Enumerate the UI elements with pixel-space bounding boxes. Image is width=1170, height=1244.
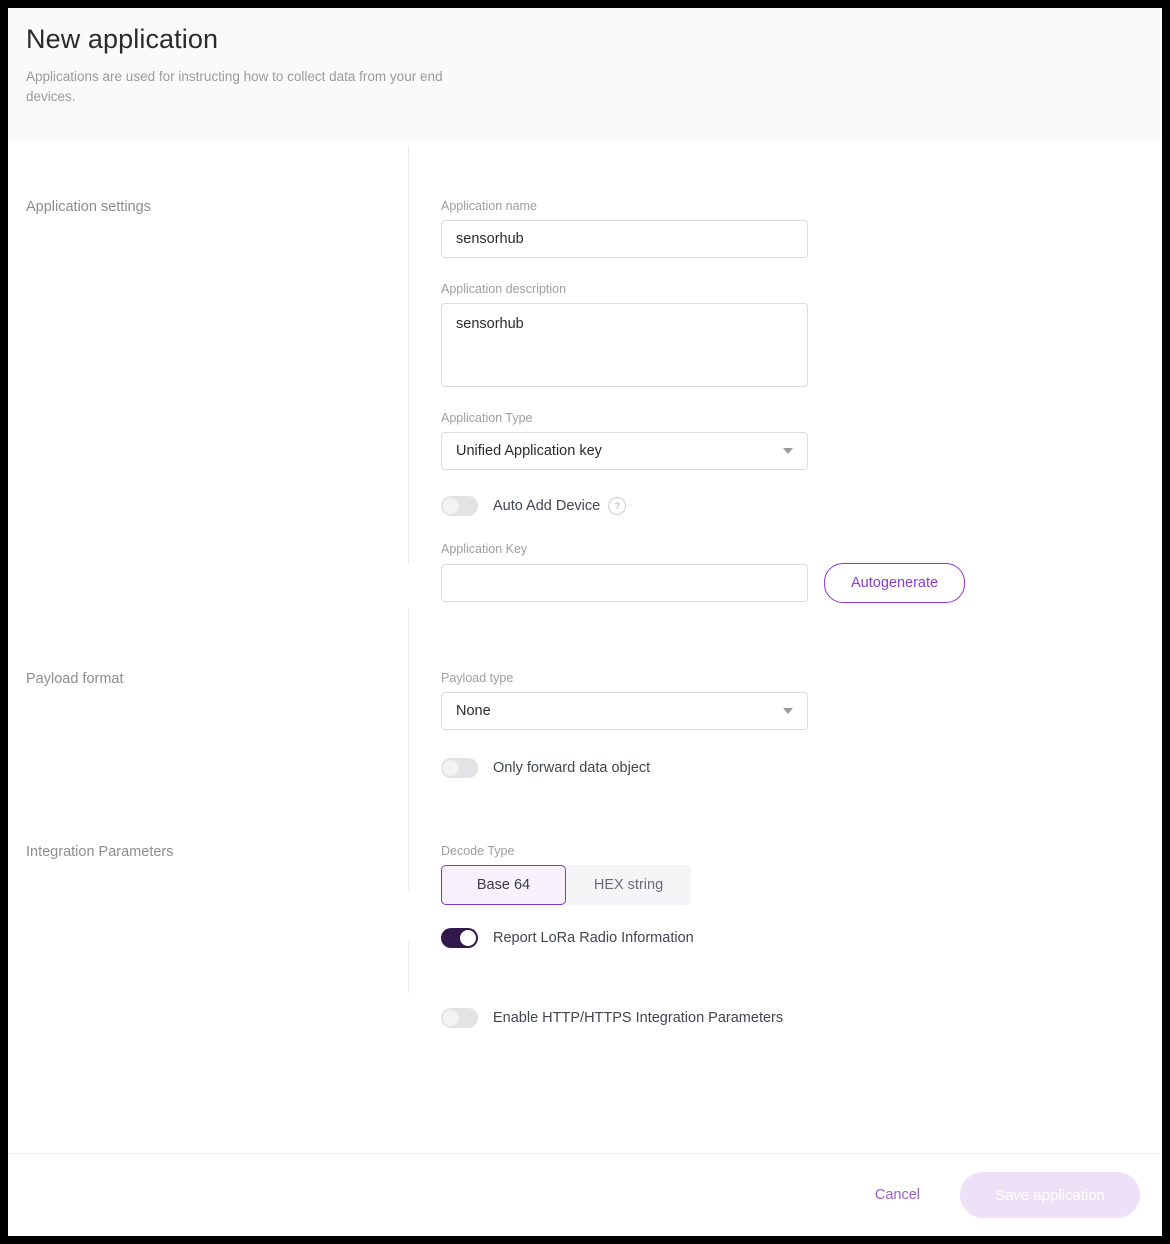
app-type-selected-value: Unified Application key	[456, 443, 602, 459]
only-forward-data-object-row[interactable]: Only forward data object	[441, 758, 1162, 778]
section-label-payload-format: Payload format	[26, 671, 124, 687]
page-subtitle: Applications are used for instructing ho…	[26, 69, 443, 104]
only-forward-data-object-label: Only forward data object	[493, 760, 651, 776]
decode-type-option-base64[interactable]: Base 64	[441, 865, 566, 905]
auto-add-device-toggle[interactable]	[441, 496, 478, 516]
app-type-label: Application Type	[441, 411, 533, 425]
payload-type-selected-value: None	[456, 703, 491, 719]
dialog-header: New application Applications are used fo…	[8, 8, 1162, 141]
toggle-knob	[460, 930, 476, 946]
payload-type-select[interactable]: None	[441, 692, 808, 730]
enable-http-integration-label: Enable HTTP/HTTPS Integration Parameters	[493, 1010, 784, 1026]
decode-type-option-hex-string[interactable]: HEX string	[566, 865, 691, 905]
dialog-body: Application settings Application name se…	[8, 141, 1162, 1153]
enable-http-integration-toggle[interactable]	[441, 1008, 478, 1028]
chevron-down-icon	[783, 708, 793, 714]
app-key-input[interactable]	[441, 564, 808, 602]
app-type-select[interactable]: Unified Application key	[441, 432, 808, 470]
toggle-knob	[443, 1010, 459, 1026]
new-application-dialog: New application Applications are used fo…	[8, 8, 1162, 1236]
page-title: New application	[26, 24, 219, 54]
section-application-settings: Application settings Application name se…	[8, 141, 1162, 603]
payload-type-label: Payload type	[441, 671, 514, 685]
section-payload-format: Payload format Payload type None Only fo…	[8, 603, 1162, 792]
help-icon[interactable]: ?	[608, 497, 627, 515]
app-key-row: Autogenerate	[441, 563, 1162, 603]
report-lora-radio-information-toggle[interactable]	[441, 928, 478, 948]
report-lora-radio-information-row[interactable]: Report LoRa Radio Information	[441, 928, 1162, 948]
section-divider-http	[408, 941, 409, 993]
section-label-integration-parameters: Integration Parameters	[26, 844, 174, 860]
dialog-footer: Cancel Save application	[8, 1153, 1162, 1236]
chevron-down-icon	[783, 448, 793, 454]
decode-type-label: Decode Type	[441, 844, 515, 858]
app-name-input[interactable]: sensorhub	[441, 220, 808, 258]
auto-add-device-label: Auto Add Device	[493, 498, 601, 514]
section-divider	[408, 609, 409, 792]
only-forward-data-object-toggle[interactable]	[441, 758, 478, 778]
autogenerate-button[interactable]: Autogenerate	[824, 563, 966, 603]
auto-add-device-row[interactable]: Auto Add Device ?	[441, 496, 1162, 516]
app-description-label: Application description	[441, 282, 567, 296]
toggle-knob	[443, 498, 459, 514]
cancel-button[interactable]: Cancel	[857, 1187, 938, 1203]
save-application-button[interactable]: Save application	[960, 1172, 1140, 1218]
app-key-label: Application Key	[441, 542, 528, 556]
section-label-application-settings: Application settings	[26, 199, 151, 215]
enable-http-integration-row[interactable]: Enable HTTP/HTTPS Integration Parameters	[441, 1008, 1162, 1028]
app-name-label: Application name	[441, 199, 537, 213]
section-divider	[408, 786, 409, 891]
section-integration-parameters: Integration Parameters Decode Type Base …	[8, 778, 1162, 1028]
section-divider	[408, 147, 409, 564]
decode-type-segmented-control: Base 64 HEX string	[441, 865, 691, 905]
app-description-input[interactable]: sensorhub	[441, 303, 808, 387]
report-lora-radio-information-label: Report LoRa Radio Information	[493, 930, 694, 946]
toggle-knob	[443, 760, 459, 776]
